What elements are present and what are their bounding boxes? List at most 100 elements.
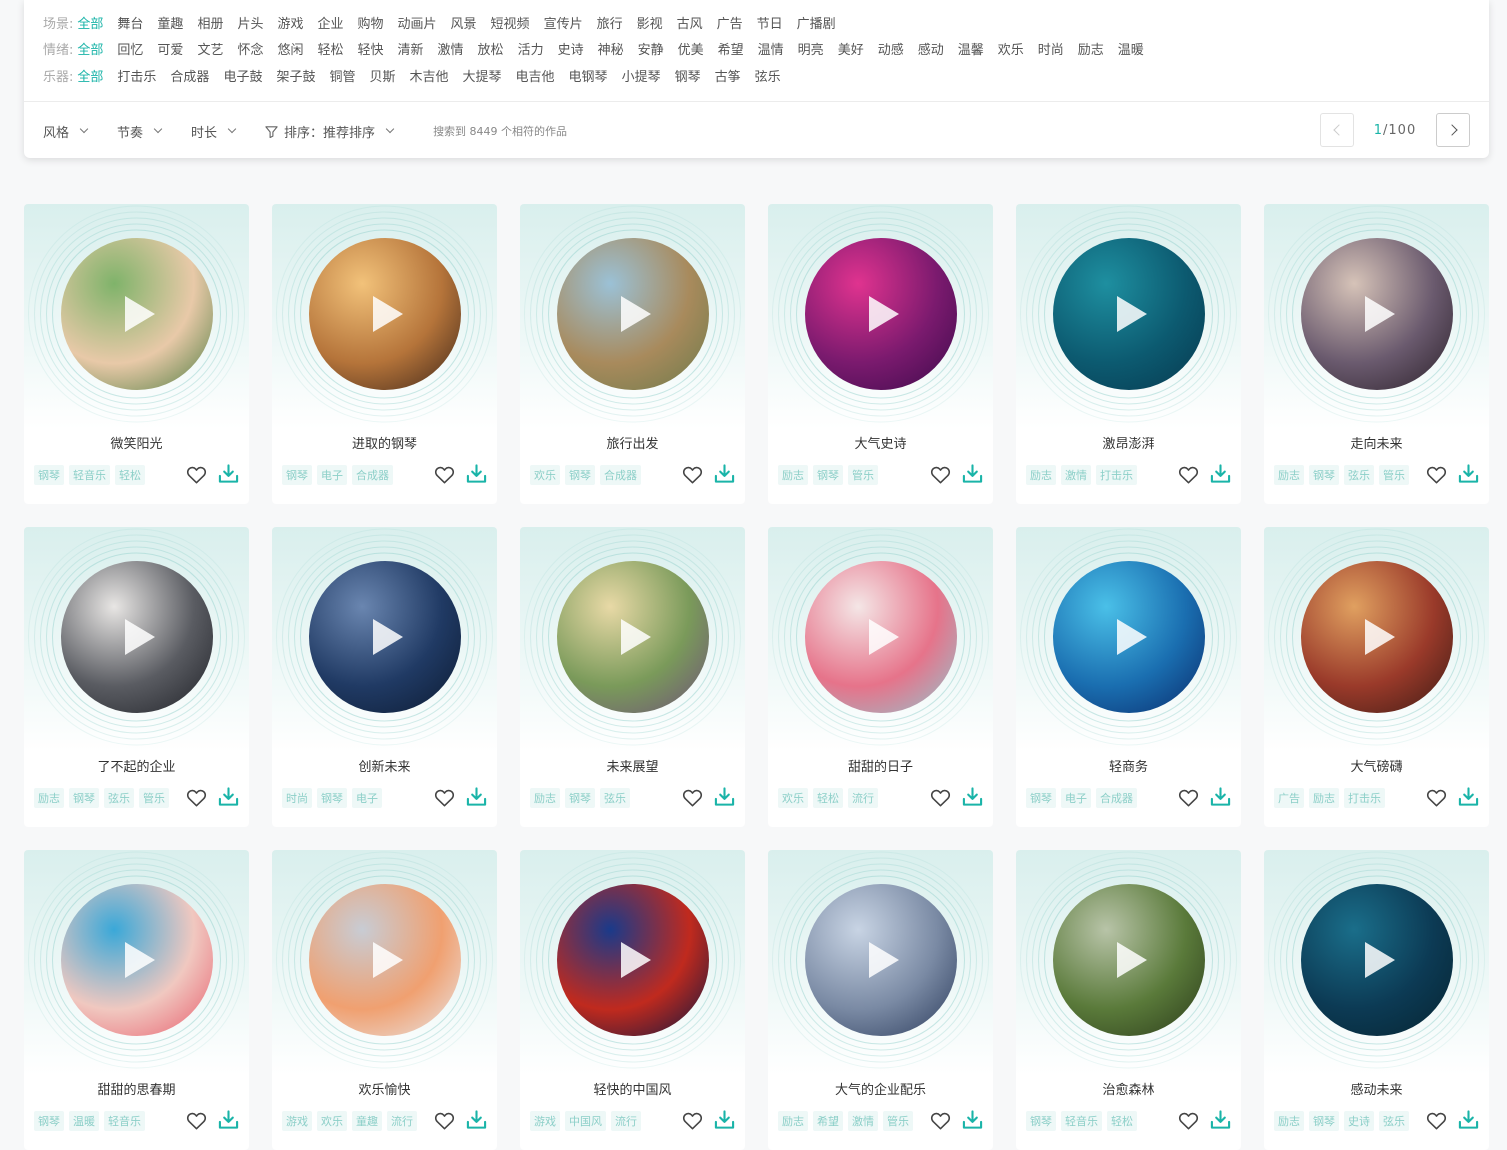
tag[interactable]: 轻松 xyxy=(813,788,843,808)
cover-image[interactable] xyxy=(309,238,461,390)
download-icon[interactable] xyxy=(714,1110,735,1130)
heart-icon[interactable] xyxy=(1178,1111,1199,1130)
mood-filter-option[interactable]: 明亮 xyxy=(798,39,824,58)
tag[interactable]: 管乐 xyxy=(1379,465,1409,485)
mood-filter-option[interactable]: 希望 xyxy=(718,39,744,58)
tag[interactable]: 流行 xyxy=(387,1111,417,1131)
tag[interactable]: 钢琴 xyxy=(282,465,312,485)
cover-image[interactable] xyxy=(557,238,709,390)
tag[interactable]: 管乐 xyxy=(139,788,169,808)
heart-icon[interactable] xyxy=(1426,1111,1447,1130)
scene-filter-option[interactable]: 影视 xyxy=(637,13,663,32)
music-card[interactable]: 感动未来 励志 钢琴 史诗 弦乐 xyxy=(1264,850,1489,1150)
cover-image[interactable] xyxy=(557,561,709,713)
mood-filter-option[interactable]: 史诗 xyxy=(558,39,584,58)
scene-filter-option[interactable]: 游戏 xyxy=(277,13,303,32)
mood-filter-option[interactable]: 励志 xyxy=(1078,39,1104,58)
instrument-filter-option[interactable]: 贝斯 xyxy=(369,66,395,85)
heart-icon[interactable] xyxy=(1178,465,1199,484)
instrument-filter-option[interactable]: 钢琴 xyxy=(675,66,701,85)
music-card[interactable]: 旅行出发 欢乐 钢琴 合成器 xyxy=(520,204,745,504)
card-title[interactable]: 轻商务 xyxy=(1016,756,1241,775)
music-card[interactable]: 轻快的中国风 游戏 中国风 流行 xyxy=(520,850,745,1150)
instrument-filter-option[interactable]: 电钢琴 xyxy=(569,66,608,85)
tag[interactable]: 励志 xyxy=(1026,465,1056,485)
scene-filter-option[interactable]: 节日 xyxy=(757,13,783,32)
tag[interactable]: 管乐 xyxy=(848,465,878,485)
download-icon[interactable] xyxy=(466,787,487,807)
tag[interactable]: 钢琴 xyxy=(34,1111,64,1131)
tag[interactable]: 流行 xyxy=(848,788,878,808)
heart-icon[interactable] xyxy=(682,788,703,807)
tag[interactable]: 欢乐 xyxy=(317,1111,347,1131)
play-icon[interactable] xyxy=(1365,296,1395,332)
mood-filter-option[interactable]: 悠闲 xyxy=(277,39,303,58)
mood-filter-option[interactable]: 轻松 xyxy=(317,39,343,58)
mood-filter-option[interactable]: 文艺 xyxy=(197,39,223,58)
tag[interactable]: 钢琴 xyxy=(565,465,595,485)
play-icon[interactable] xyxy=(125,296,155,332)
tag[interactable]: 钢琴 xyxy=(317,788,347,808)
play-icon[interactable] xyxy=(869,619,899,655)
mood-filter-option[interactable]: 优美 xyxy=(678,39,704,58)
tag[interactable]: 钢琴 xyxy=(69,788,99,808)
play-icon[interactable] xyxy=(373,942,403,978)
tag[interactable]: 电子 xyxy=(317,465,347,485)
sort-dropdown[interactable]: 排序：推荐排序 xyxy=(265,122,395,141)
tag[interactable]: 流行 xyxy=(611,1111,641,1131)
tag[interactable]: 童趣 xyxy=(352,1111,382,1131)
instrument-filter-option[interactable]: 弦乐 xyxy=(755,66,781,85)
play-icon[interactable] xyxy=(1117,942,1147,978)
play-icon[interactable] xyxy=(1117,619,1147,655)
tag[interactable]: 励志 xyxy=(778,465,808,485)
tag[interactable]: 游戏 xyxy=(530,1111,560,1131)
cover-image[interactable] xyxy=(805,238,957,390)
download-icon[interactable] xyxy=(218,1110,239,1130)
tag[interactable]: 激情 xyxy=(848,1111,878,1131)
cover-image[interactable] xyxy=(1053,238,1205,390)
download-icon[interactable] xyxy=(218,464,239,484)
instrument-filter-option[interactable]: 小提琴 xyxy=(622,66,661,85)
mood-filter-option[interactable]: 回忆 xyxy=(117,39,143,58)
heart-icon[interactable] xyxy=(186,788,207,807)
scene-filter-option[interactable]: 风景 xyxy=(451,13,477,32)
mood-filter-option[interactable]: 感动 xyxy=(918,39,944,58)
tag[interactable]: 激情 xyxy=(1061,465,1091,485)
download-icon[interactable] xyxy=(714,464,735,484)
music-card[interactable]: 了不起的企业 励志 钢琴 弦乐 管乐 xyxy=(24,527,249,827)
next-page-button[interactable] xyxy=(1436,113,1470,147)
heart-icon[interactable] xyxy=(434,788,455,807)
tag[interactable]: 钢琴 xyxy=(1026,788,1056,808)
tag[interactable]: 合成器 xyxy=(600,465,641,485)
scene-filter-option[interactable]: 企业 xyxy=(317,13,343,32)
download-icon[interactable] xyxy=(714,787,735,807)
instrument-filter-option[interactable]: 全部 xyxy=(77,66,103,85)
mood-filter-option[interactable]: 美好 xyxy=(838,39,864,58)
play-icon[interactable] xyxy=(125,619,155,655)
scene-filter-option[interactable]: 宣传片 xyxy=(544,13,583,32)
mood-filter-option[interactable]: 动感 xyxy=(878,39,904,58)
card-title[interactable]: 创新未来 xyxy=(272,756,497,775)
duration-dropdown[interactable]: 时长 xyxy=(191,122,237,141)
scene-filter-option[interactable]: 购物 xyxy=(358,13,384,32)
tag[interactable]: 弦乐 xyxy=(104,788,134,808)
play-icon[interactable] xyxy=(869,296,899,332)
mood-filter-option[interactable]: 温暖 xyxy=(1118,39,1144,58)
tag[interactable]: 励志 xyxy=(778,1111,808,1131)
download-icon[interactable] xyxy=(1458,464,1479,484)
download-icon[interactable] xyxy=(466,1110,487,1130)
mood-filter-option[interactable]: 激情 xyxy=(438,39,464,58)
tag[interactable]: 合成器 xyxy=(352,465,393,485)
music-card[interactable]: 大气磅礴 广告 励志 打击乐 xyxy=(1264,527,1489,827)
mood-filter-option[interactable]: 清新 xyxy=(398,39,424,58)
download-icon[interactable] xyxy=(1210,787,1231,807)
card-title[interactable]: 大气史诗 xyxy=(768,433,993,452)
tempo-dropdown[interactable]: 节奏 xyxy=(117,122,163,141)
play-icon[interactable] xyxy=(125,942,155,978)
play-icon[interactable] xyxy=(1365,942,1395,978)
mood-filter-option[interactable]: 放松 xyxy=(478,39,504,58)
heart-icon[interactable] xyxy=(434,1111,455,1130)
tag[interactable]: 欢乐 xyxy=(778,788,808,808)
mood-filter-option[interactable]: 时尚 xyxy=(1038,39,1064,58)
scene-filter-option[interactable]: 广播剧 xyxy=(797,13,836,32)
